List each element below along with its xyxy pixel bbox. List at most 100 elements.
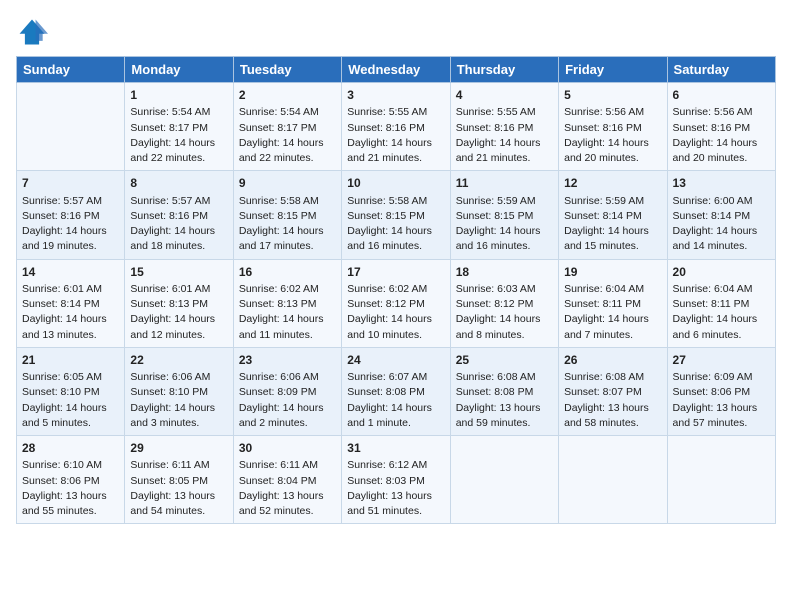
- calendar-cell: 5Sunrise: 5:56 AM Sunset: 8:16 PM Daylig…: [559, 83, 667, 171]
- day-number: 16: [239, 264, 336, 281]
- calendar-cell: 21Sunrise: 6:05 AM Sunset: 8:10 PM Dayli…: [17, 347, 125, 435]
- calendar-row: 14Sunrise: 6:01 AM Sunset: 8:14 PM Dayli…: [17, 259, 776, 347]
- day-number: 27: [673, 352, 770, 369]
- day-number: 29: [130, 440, 227, 457]
- calendar-row: 21Sunrise: 6:05 AM Sunset: 8:10 PM Dayli…: [17, 347, 776, 435]
- calendar-cell: [17, 83, 125, 171]
- calendar-cell: 10 Sunrise: 5:58 AM Sunset: 8:15 PM Dayli…: [342, 171, 450, 259]
- calendar-cell: 31Sunrise: 6:12 AM Sunset: 8:03 PM Dayli…: [342, 436, 450, 524]
- day-number: 7: [22, 175, 119, 192]
- cell-content: Sunrise: 5:54 AM Sunset: 8:17 PM Dayligh…: [130, 105, 227, 166]
- calendar-cell: 9 Sunrise: 5:58 AM Sunset: 8:15 PM Daylig…: [233, 171, 341, 259]
- day-number: 8: [130, 175, 227, 192]
- weekday-header: Monday: [125, 57, 233, 83]
- day-number: 11: [456, 175, 553, 192]
- day-number: 18: [456, 264, 553, 281]
- calendar-row: 7 Sunrise: 5:57 AM Sunset: 8:16 PM Daylig…: [17, 171, 776, 259]
- calendar-cell: 23Sunrise: 6:06 AM Sunset: 8:09 PM Dayli…: [233, 347, 341, 435]
- cell-content: Sunrise: 6:11 AM Sunset: 8:05 PM Dayligh…: [130, 458, 227, 519]
- weekday-header: Tuesday: [233, 57, 341, 83]
- day-number: 2: [239, 87, 336, 104]
- cell-content: Sunrise: 6:04 AM Sunset: 8:11 PM Dayligh…: [564, 282, 661, 343]
- cell-content: Sunrise: 5:54 AM Sunset: 8:17 PM Dayligh…: [239, 105, 336, 166]
- calendar-cell: 30Sunrise: 6:11 AM Sunset: 8:04 PM Dayli…: [233, 436, 341, 524]
- cell-content: Sunrise: 6:05 AM Sunset: 8:10 PM Dayligh…: [22, 370, 119, 431]
- day-number: 24: [347, 352, 444, 369]
- day-number: 9: [239, 175, 336, 192]
- calendar-cell: 18Sunrise: 6:03 AM Sunset: 8:12 PM Dayli…: [450, 259, 558, 347]
- calendar-cell: 13 Sunrise: 6:00 AM Sunset: 8:14 PM Dayli…: [667, 171, 775, 259]
- cell-content: Sunrise: 5:59 AM Sunset: 8:15 PM Dayligh…: [456, 194, 553, 255]
- logo: [16, 16, 52, 48]
- calendar-cell: 22Sunrise: 6:06 AM Sunset: 8:10 PM Dayli…: [125, 347, 233, 435]
- calendar-cell: 7Sunrise: 5:57 AM Sunset: 8:16 PM Daylig…: [17, 171, 125, 259]
- day-number: 1: [130, 87, 227, 104]
- calendar-row: 1Sunrise: 5:54 AM Sunset: 8:17 PM Daylig…: [17, 83, 776, 171]
- calendar-cell: 20Sunrise: 6:04 AM Sunset: 8:11 PM Dayli…: [667, 259, 775, 347]
- weekday-header: Friday: [559, 57, 667, 83]
- day-number: 3: [347, 87, 444, 104]
- day-number: 25: [456, 352, 553, 369]
- cell-content: Sunrise: 5:57 AM Sunset: 8:16 PM Dayligh…: [130, 194, 227, 255]
- cell-content: Sunrise: 6:07 AM Sunset: 8:08 PM Dayligh…: [347, 370, 444, 431]
- cell-content: Sunrise: 6:08 AM Sunset: 8:08 PM Dayligh…: [456, 370, 553, 431]
- page-header: [16, 16, 776, 48]
- calendar-row: 28Sunrise: 6:10 AM Sunset: 8:06 PM Dayli…: [17, 436, 776, 524]
- cell-content: Sunrise: 6:09 AM Sunset: 8:06 PM Dayligh…: [673, 370, 770, 431]
- weekday-header: Saturday: [667, 57, 775, 83]
- day-number: 12: [564, 175, 661, 192]
- day-number: 22: [130, 352, 227, 369]
- day-number: 28: [22, 440, 119, 457]
- day-number: 21: [22, 352, 119, 369]
- logo-icon: [16, 16, 48, 48]
- calendar-cell: 8 Sunrise: 5:57 AM Sunset: 8:16 PM Daylig…: [125, 171, 233, 259]
- calendar-cell: [667, 436, 775, 524]
- day-number: 5: [564, 87, 661, 104]
- day-number: 4: [456, 87, 553, 104]
- weekday-header: Sunday: [17, 57, 125, 83]
- cell-content: Sunrise: 5:56 AM Sunset: 8:16 PM Dayligh…: [673, 105, 770, 166]
- calendar-cell: [559, 436, 667, 524]
- cell-content: Sunrise: 5:58 AM Sunset: 8:15 PM Dayligh…: [347, 194, 444, 255]
- day-number: 13: [673, 175, 770, 192]
- calendar-cell: 26Sunrise: 6:08 AM Sunset: 8:07 PM Dayli…: [559, 347, 667, 435]
- day-number: 19: [564, 264, 661, 281]
- cell-content: Sunrise: 6:01 AM Sunset: 8:13 PM Dayligh…: [130, 282, 227, 343]
- cell-content: Sunrise: 6:11 AM Sunset: 8:04 PM Dayligh…: [239, 458, 336, 519]
- cell-content: Sunrise: 6:10 AM Sunset: 8:06 PM Dayligh…: [22, 458, 119, 519]
- calendar-cell: 24Sunrise: 6:07 AM Sunset: 8:08 PM Dayli…: [342, 347, 450, 435]
- calendar-cell: 12Sunrise: 5:59 AM Sunset: 8:14 PM Dayli…: [559, 171, 667, 259]
- day-number: 20: [673, 264, 770, 281]
- cell-content: Sunrise: 6:06 AM Sunset: 8:09 PM Dayligh…: [239, 370, 336, 431]
- calendar-cell: 27Sunrise: 6:09 AM Sunset: 8:06 PM Dayli…: [667, 347, 775, 435]
- cell-content: Sunrise: 6:03 AM Sunset: 8:12 PM Dayligh…: [456, 282, 553, 343]
- cell-content: Sunrise: 6:01 AM Sunset: 8:14 PM Dayligh…: [22, 282, 119, 343]
- day-number: 26: [564, 352, 661, 369]
- calendar-cell: 19Sunrise: 6:04 AM Sunset: 8:11 PM Dayli…: [559, 259, 667, 347]
- calendar-cell: 14Sunrise: 6:01 AM Sunset: 8:14 PM Dayli…: [17, 259, 125, 347]
- cell-content: Sunrise: 6:00 AM Sunset: 8:14 PM Dayligh…: [673, 194, 770, 255]
- day-number: 31: [347, 440, 444, 457]
- cell-content: Sunrise: 6:06 AM Sunset: 8:10 PM Dayligh…: [130, 370, 227, 431]
- calendar-cell: 2Sunrise: 5:54 AM Sunset: 8:17 PM Daylig…: [233, 83, 341, 171]
- calendar-cell: 29Sunrise: 6:11 AM Sunset: 8:05 PM Dayli…: [125, 436, 233, 524]
- calendar-cell: 1Sunrise: 5:54 AM Sunset: 8:17 PM Daylig…: [125, 83, 233, 171]
- cell-content: Sunrise: 6:04 AM Sunset: 8:11 PM Dayligh…: [673, 282, 770, 343]
- cell-content: Sunrise: 6:02 AM Sunset: 8:13 PM Dayligh…: [239, 282, 336, 343]
- weekday-header: Wednesday: [342, 57, 450, 83]
- calendar-cell: 11 Sunrise: 5:59 AM Sunset: 8:15 PM Dayli…: [450, 171, 558, 259]
- cell-content: Sunrise: 6:12 AM Sunset: 8:03 PM Dayligh…: [347, 458, 444, 519]
- day-number: 23: [239, 352, 336, 369]
- cell-content: Sunrise: 5:58 AM Sunset: 8:15 PM Dayligh…: [239, 194, 336, 255]
- calendar-cell: 28Sunrise: 6:10 AM Sunset: 8:06 PM Dayli…: [17, 436, 125, 524]
- calendar-cell: 4Sunrise: 5:55 AM Sunset: 8:16 PM Daylig…: [450, 83, 558, 171]
- calendar-cell: 6Sunrise: 5:56 AM Sunset: 8:16 PM Daylig…: [667, 83, 775, 171]
- calendar-table: SundayMondayTuesdayWednesdayThursdayFrid…: [16, 56, 776, 524]
- day-number: 30: [239, 440, 336, 457]
- calendar-cell: [450, 436, 558, 524]
- calendar-cell: 17Sunrise: 6:02 AM Sunset: 8:12 PM Dayli…: [342, 259, 450, 347]
- cell-content: Sunrise: 5:56 AM Sunset: 8:16 PM Dayligh…: [564, 105, 661, 166]
- cell-content: Sunrise: 6:02 AM Sunset: 8:12 PM Dayligh…: [347, 282, 444, 343]
- calendar-cell: 3Sunrise: 5:55 AM Sunset: 8:16 PM Daylig…: [342, 83, 450, 171]
- day-number: 10: [347, 175, 444, 192]
